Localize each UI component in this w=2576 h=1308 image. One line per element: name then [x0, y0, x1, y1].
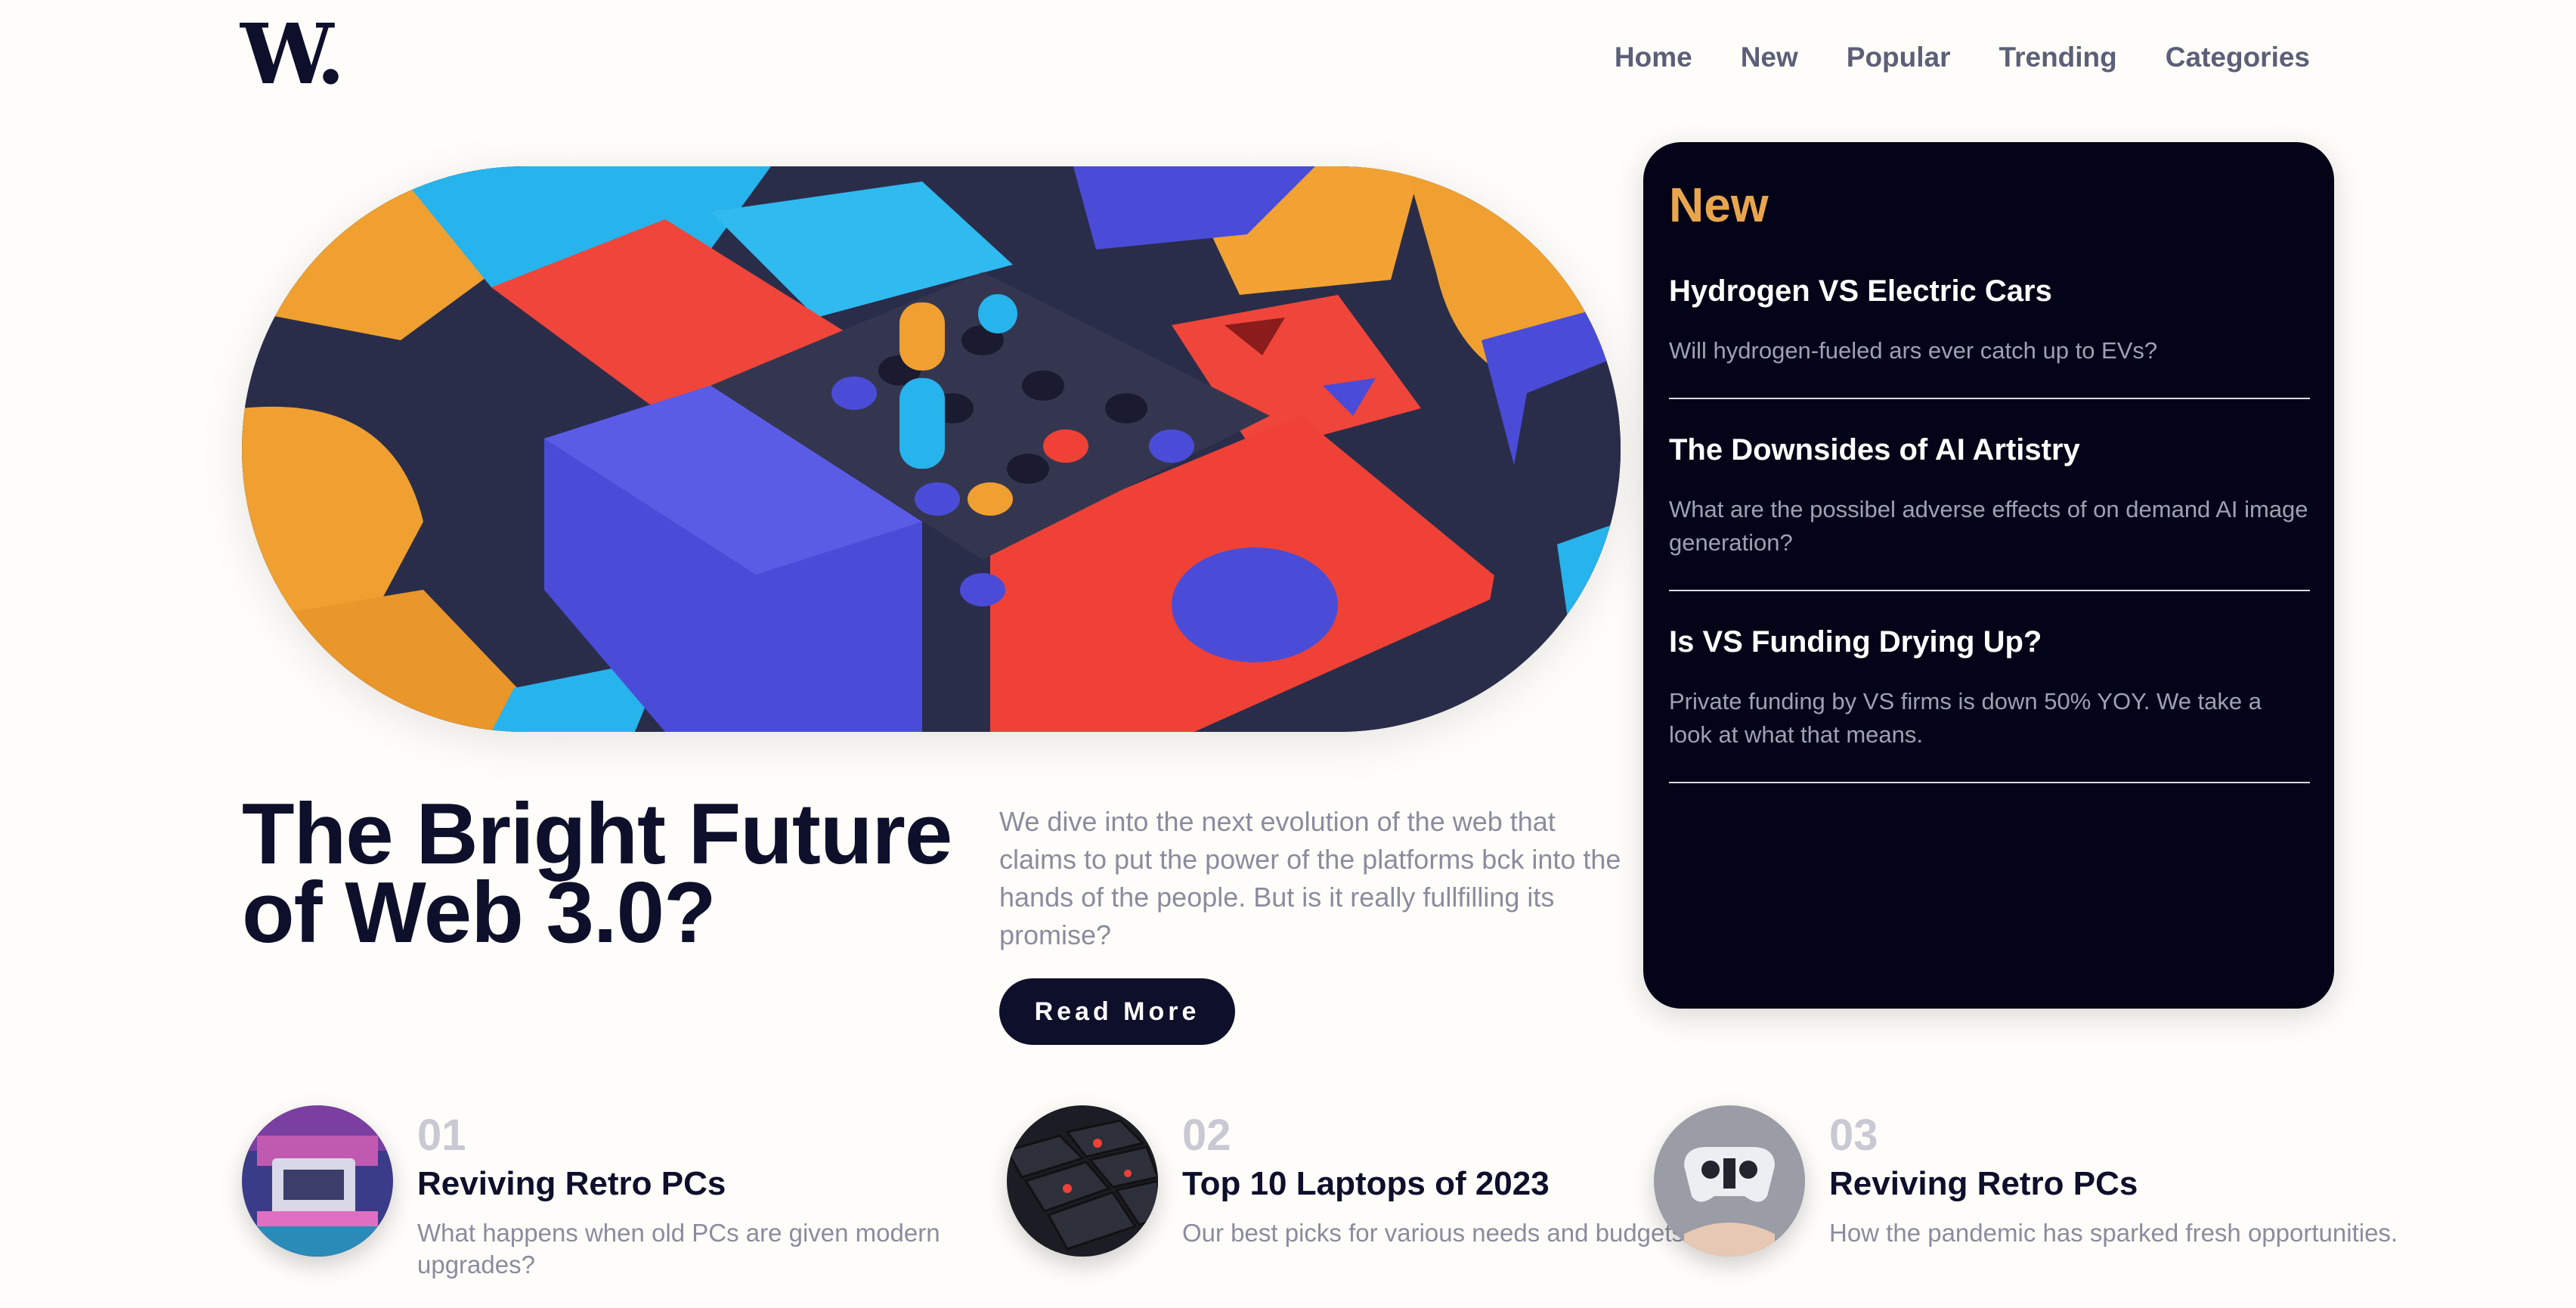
hero-description: We dive into the next evolution of the w… [999, 806, 1621, 950]
nav-item-new[interactable]: New [1741, 39, 1798, 76]
logo-dot: . [316, 5, 345, 103]
new-article-list: Hydrogen VS Electric Cars Will hydrogen-… [1669, 271, 2310, 814]
new-article-title[interactable]: Hydrogen VS Electric Cars [1669, 271, 2310, 312]
new-article-description: Will hydrogen-fueled ars ever catch up t… [1669, 337, 2158, 364]
article-thumbnail[interactable] [1654, 1105, 1805, 1257]
nav-item-categories[interactable]: Categories [2166, 39, 2310, 76]
article-description: How the pandemic has sparked fresh oppor… [1829, 1219, 2398, 1247]
new-articles-panel: New Hydrogen VS Electric Cars Will hydro… [1643, 142, 2334, 1009]
new-article-item[interactable]: Is VS Funding Drying Up? Private funding… [1669, 621, 2310, 783]
new-article-item[interactable]: Hydrogen VS Electric Cars Will hydrogen-… [1669, 271, 2310, 399]
hero-title: The Bright Future of Web 3.0? [242, 786, 952, 961]
new-article-description: Private funding by VS firms is down 50% … [1669, 688, 2262, 748]
new-panel-heading: New [1669, 178, 1769, 232]
nav-item-home[interactable]: Home [1615, 39, 1692, 76]
new-article-item[interactable]: The Downsides of AI Artistry What are th… [1669, 429, 2310, 591]
article-thumbnail[interactable] [242, 1105, 393, 1257]
article-title[interactable]: Reviving Retro PCs [417, 1161, 992, 1207]
nav-item-trending[interactable]: Trending [1999, 39, 2117, 76]
logo-text: W [240, 5, 320, 103]
nav-item-popular[interactable]: Popular [1847, 39, 1951, 76]
main-nav: Home New Popular Trending Categories [1615, 39, 2310, 76]
article-title[interactable]: Reviving Retro PCs [1829, 1161, 2404, 1207]
new-article-title[interactable]: The Downsides of AI Artistry [1669, 429, 2310, 470]
article-text: 03 Reviving Retro PCs How the pandemic h… [1829, 1105, 2404, 1249]
article-text: 01 Reviving Retro PCs What happens when … [417, 1105, 992, 1281]
article-number: 03 [1829, 1111, 1878, 1160]
article-thumbnail[interactable] [1007, 1105, 1158, 1257]
new-article-title[interactable]: Is VS Funding Drying Up? [1669, 621, 2310, 662]
hero-image [242, 166, 1621, 732]
read-more-button[interactable]: Read More [999, 978, 1235, 1045]
article-number: 01 [417, 1111, 466, 1160]
article-description: What happens when old PCs are given mode… [417, 1219, 940, 1279]
logo[interactable]: W. [240, 13, 345, 96]
new-article-description: What are the possibel adverse effects of… [1669, 496, 2308, 556]
